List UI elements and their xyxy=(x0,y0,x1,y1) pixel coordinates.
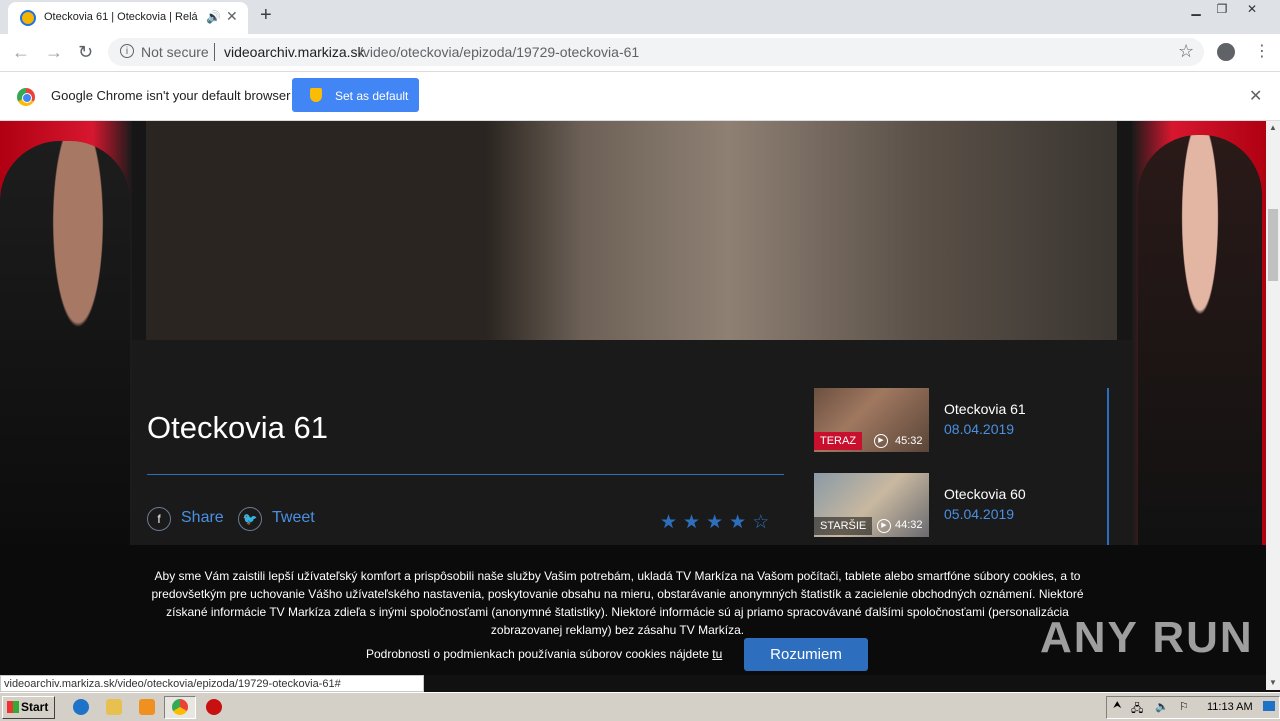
related-title: Oteckovia 60 xyxy=(944,486,1026,502)
tab-strip: Oteckovia 61 | Oteckovia | Relá 🔊 ✕ + ▁ … xyxy=(0,0,1280,34)
star-filled-icon[interactable]: ★ xyxy=(683,512,706,533)
bookmark-star-icon[interactable]: ☆ xyxy=(1178,41,1194,62)
scroll-down-icon[interactable]: ▼ xyxy=(1269,678,1277,687)
set-as-default-button[interactable]: Set as default xyxy=(292,78,419,112)
infobar-message: Google Chrome isn't your default browser xyxy=(51,88,291,103)
cookie-details-link[interactable]: tu xyxy=(712,647,722,661)
url-path: /video/oteckovia/epizoda/19729-oteckovia… xyxy=(359,44,640,60)
play-icon: ▶ xyxy=(874,434,888,448)
address-bar[interactable]: i Not secure videoarchiv.markiza.sk /vid… xyxy=(108,38,1204,66)
back-arrow-icon[interactable]: ← xyxy=(12,42,30,63)
ad-person-image xyxy=(0,141,130,545)
minimize-icon[interactable]: ▁ xyxy=(1184,2,1208,18)
episode-title: Oteckovia 61 xyxy=(147,410,328,445)
set-as-default-label: Set as default xyxy=(335,89,409,103)
browser-toolbar: ← → ↻ i Not secure videoarchiv.markiza.s… xyxy=(0,34,1280,72)
url-host: videoarchiv.markiza.sk xyxy=(224,44,365,60)
cookie-details-prefix: Podrobnosti o podmienkach používania súb… xyxy=(366,647,709,661)
infobar-close-icon[interactable]: ✕ xyxy=(1249,86,1262,106)
scroll-up-icon[interactable]: ▲ xyxy=(1269,123,1277,132)
flag-icon[interactable]: ⚐ xyxy=(1179,700,1189,713)
left-banner-ad[interactable] xyxy=(0,121,132,545)
taskbar-clock: 11:13 AM xyxy=(1207,701,1253,713)
stop-icon[interactable] xyxy=(206,699,222,715)
facebook-icon: f xyxy=(147,507,171,531)
right-banner-ad[interactable] xyxy=(1132,121,1266,545)
star-filled-icon[interactable]: ★ xyxy=(660,512,683,533)
related-scroll-indicator[interactable] xyxy=(1107,388,1109,545)
video-player[interactable] xyxy=(146,121,1117,340)
security-label: Not secure xyxy=(141,44,209,60)
folder-icon[interactable] xyxy=(106,699,122,715)
windows-taskbar: Start ⮝ 🖧 🔈 ⚐ 11:13 AM xyxy=(0,692,1280,721)
now-badge: TERAZ xyxy=(814,432,863,450)
chrome-icon xyxy=(172,699,188,715)
title-divider xyxy=(147,474,784,475)
system-tray: ⮝ 🖧 🔈 ⚐ 11:13 AM xyxy=(1106,696,1280,719)
duration: 45:32 xyxy=(895,435,923,447)
status-bar-url: videoarchiv.markiza.sk/video/oteckovia/e… xyxy=(0,675,424,692)
chrome-logo-icon xyxy=(17,88,35,106)
browser-tab[interactable]: Oteckovia 61 | Oteckovia | Relá 🔊 ✕ xyxy=(8,2,248,34)
related-date: 08.04.2019 xyxy=(944,421,1015,437)
omnibox-separator xyxy=(214,43,215,61)
ad-person-image xyxy=(1138,135,1262,545)
accept-cookies-button[interactable]: Rozumiem xyxy=(744,638,868,671)
duration: 44:32 xyxy=(895,519,923,531)
related-episode-item[interactable]: STARŠIE ▶ 44:32 Oteckovia 60 05.04.2019 xyxy=(814,473,1104,537)
internet-explorer-icon[interactable] xyxy=(73,699,89,715)
episode-info-panel: Oteckovia 61 f Share 🐦 Tweet ★★★★☆ TERAZ… xyxy=(132,340,1132,545)
restore-icon[interactable]: ❐ xyxy=(1210,2,1234,18)
markiza-favicon-icon xyxy=(20,10,36,26)
scroll-thumb[interactable] xyxy=(1268,209,1278,281)
reload-icon[interactable]: ↻ xyxy=(78,42,93,63)
cookie-details-line: Podrobnosti o podmienkach používania súb… xyxy=(366,647,722,661)
kebab-menu-icon[interactable]: ⋮ xyxy=(1254,41,1270,61)
page-scrollbar[interactable]: ▲ ▼ xyxy=(1266,121,1280,690)
star-filled-icon[interactable]: ★ xyxy=(706,512,729,533)
tweet-label: Tweet xyxy=(272,509,315,526)
speaker-icon[interactable]: 🔊 xyxy=(206,10,221,24)
start-button[interactable]: Start xyxy=(2,696,55,719)
web-page: Oteckovia 61 f Share 🐦 Tweet ★★★★☆ TERAZ… xyxy=(0,121,1266,545)
rating-stars[interactable]: ★★★★☆ xyxy=(660,511,775,534)
tray-expand-icon[interactable]: ⮝ xyxy=(1113,700,1122,711)
default-browser-infobar: Google Chrome isn't your default browser… xyxy=(0,72,1280,121)
media-player-icon[interactable] xyxy=(139,699,155,715)
window-close-icon[interactable]: ✕ xyxy=(1240,2,1264,18)
anyrun-watermark: ANY RUN xyxy=(1040,613,1254,662)
volume-icon[interactable]: 🔈 xyxy=(1155,700,1169,713)
uac-shield-icon xyxy=(310,88,322,102)
taskbar-chrome-button[interactable] xyxy=(164,696,196,719)
new-tab-icon[interactable]: + xyxy=(260,4,272,27)
windows-logo-icon xyxy=(7,701,19,713)
star-empty-icon[interactable]: ☆ xyxy=(752,512,775,533)
show-desktop-icon[interactable] xyxy=(1263,701,1275,711)
cookie-notice-text: Aby sme Vám zaistili lepší užívateľský k… xyxy=(151,569,1084,637)
account-icon[interactable] xyxy=(1217,43,1235,61)
forward-arrow-icon[interactable]: → xyxy=(45,42,63,63)
related-episode-item[interactable]: TERAZ ▶ 45:32 Oteckovia 61 08.04.2019 xyxy=(814,388,1104,452)
star-filled-icon[interactable]: ★ xyxy=(729,512,752,533)
tab-title: Oteckovia 61 | Oteckovia | Relá xyxy=(44,11,198,23)
related-title: Oteckovia 61 xyxy=(944,401,1026,417)
network-icon[interactable]: 🖧 xyxy=(1131,700,1143,719)
related-date: 05.04.2019 xyxy=(944,506,1015,522)
share-label: Share xyxy=(181,509,224,526)
close-tab-icon[interactable]: ✕ xyxy=(226,8,238,25)
cookie-banner: Aby sme Vám zaistili lepší užívateľský k… xyxy=(0,545,1266,675)
twitter-icon: 🐦 xyxy=(238,507,262,531)
older-badge: STARŠIE xyxy=(814,517,873,535)
start-label: Start xyxy=(21,700,49,714)
play-icon: ▶ xyxy=(877,519,891,533)
info-icon[interactable]: i xyxy=(120,44,134,58)
